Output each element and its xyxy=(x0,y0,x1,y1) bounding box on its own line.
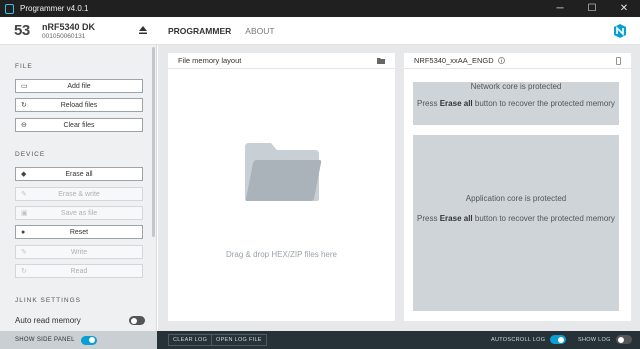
autoscroll-log-toggle[interactable] xyxy=(550,335,567,344)
save-icon: ▣ xyxy=(21,210,28,217)
log-footer: SHOW SIDE PANEL CLEAR LOG OPEN LOG FILE … xyxy=(0,331,640,349)
device-panel-title-wrap: NRF5340_xxAA_ENGD xyxy=(414,56,505,65)
maximize-button[interactable]: ☐ xyxy=(576,0,608,17)
file-memory-panel[interactable]: File memory layout Drag & drop HEX/ZIP f… xyxy=(168,53,395,321)
close-button[interactable]: ✕ xyxy=(608,0,640,17)
save-as-file-label: Save as file xyxy=(60,209,98,217)
reset-label: Reset xyxy=(69,228,89,236)
show-log-toggle[interactable] xyxy=(615,335,632,344)
erase-all-button[interactable]: ◆ Erase all xyxy=(15,167,143,181)
read-label: Read xyxy=(70,267,88,275)
device-section-title: DEVICE xyxy=(15,151,46,158)
write-label: Write xyxy=(70,248,88,256)
open-log-file-button[interactable]: OPEN LOG FILE xyxy=(211,334,267,346)
tab-about[interactable]: ABOUT xyxy=(245,26,274,36)
show-side-panel-toggle[interactable] xyxy=(80,335,97,345)
pencil-icon: ✎ xyxy=(21,249,27,256)
clear-files-button[interactable]: ⊖ Clear files xyxy=(15,118,143,132)
sidebar-scrollbar[interactable] xyxy=(152,47,155,237)
save-as-file-button[interactable]: ▣ Save as file xyxy=(15,206,143,220)
jlink-section-title: JLINK SETTINGS xyxy=(15,297,82,304)
erase-write-button[interactable]: ✎ Erase & write xyxy=(15,187,143,201)
auto-read-memory-label: Auto read memory xyxy=(15,316,81,325)
device-panel-header: NRF5340_xxAA_ENGD xyxy=(404,53,631,69)
file-panel-title: File memory layout xyxy=(178,56,242,65)
reload-files-label: Reload files xyxy=(60,101,98,109)
network-core-block: Network core is protected Press Erase al… xyxy=(413,82,619,125)
minus-circle-icon: ⊖ xyxy=(21,122,27,129)
erase-write-label: Erase & write xyxy=(58,190,100,198)
autoscroll-log-label: AUTOSCROLL LOG xyxy=(491,336,546,343)
tab-programmer[interactable]: PROGRAMMER xyxy=(168,26,231,36)
refresh-icon: ↻ xyxy=(21,268,27,275)
file-panel-header: File memory layout xyxy=(168,53,395,69)
auto-read-memory-toggle[interactable] xyxy=(129,316,145,325)
reload-icon: ↻ xyxy=(21,102,27,109)
write-button[interactable]: ✎ Write xyxy=(15,245,143,259)
large-folder-icon xyxy=(245,143,322,201)
auto-read-memory-row: Auto read memory xyxy=(15,316,145,325)
pencil-icon: ✎ xyxy=(21,191,27,198)
record-icon: ● xyxy=(21,229,26,236)
clear-log-button[interactable]: CLEAR LOG xyxy=(168,334,213,346)
folder-icon: ▭ xyxy=(21,83,28,90)
application-core-message: Press Erase all button to recover the pr… xyxy=(417,214,615,223)
add-file-label: Add file xyxy=(67,82,91,90)
folder-icon[interactable] xyxy=(377,57,385,64)
device-serial: 001050060131 xyxy=(42,33,86,40)
show-log-label: SHOW LOG xyxy=(578,336,611,343)
clear-files-label: Clear files xyxy=(63,121,95,129)
nordic-logo-icon xyxy=(614,24,626,38)
chip-icon xyxy=(616,56,621,65)
minimize-button[interactable]: ─ xyxy=(544,0,576,17)
file-section-title: FILE xyxy=(15,63,33,70)
main-content: File memory layout Drag & drop HEX/ZIP f… xyxy=(158,45,640,331)
device-name[interactable]: nRF5340 DK xyxy=(42,22,95,32)
main-nav: PROGRAMMER ABOUT xyxy=(168,26,275,36)
application-core-block: Application core is protected Press Eras… xyxy=(413,135,619,311)
drop-zone-message: Drag & drop HEX/ZIP files here xyxy=(225,250,337,259)
window-title: Programmer v4.0.1 xyxy=(20,4,89,13)
title-bar: Programmer v4.0.1 ─ ☐ ✕ xyxy=(0,0,640,17)
device-memory-panel: NRF5340_xxAA_ENGD Network core is protec… xyxy=(404,53,631,321)
side-panel: FILE ▭ Add file ↻ Reload files ⊖ Clear f… xyxy=(0,45,157,331)
network-core-message: Press Erase all button to recover the pr… xyxy=(417,99,615,108)
reset-button[interactable]: ● Reset xyxy=(15,225,143,239)
eject-icon[interactable] xyxy=(138,25,148,35)
device-panel-title: NRF5340_xxAA_ENGD xyxy=(414,56,494,65)
read-button[interactable]: ↻ Read xyxy=(15,264,143,278)
add-file-button[interactable]: ▭ Add file xyxy=(15,79,143,93)
application-core-title: Application core is protected xyxy=(465,194,567,203)
erase-all-label: Erase all xyxy=(65,170,93,178)
device-number[interactable]: 53 xyxy=(14,22,30,39)
app-icon xyxy=(5,3,14,14)
show-side-panel-label: SHOW SIDE PANEL xyxy=(15,337,75,343)
side-panel-footer: SHOW SIDE PANEL xyxy=(0,331,157,349)
info-icon[interactable] xyxy=(497,57,505,64)
window-controls: ─ ☐ ✕ xyxy=(544,0,640,17)
network-core-title: Network core is protected xyxy=(470,82,562,91)
show-log-control: SHOW LOG xyxy=(578,335,632,344)
app-header: 53 nRF5340 DK 001050060131 PROGRAMMER AB… xyxy=(0,17,640,45)
eraser-icon: ◆ xyxy=(21,171,27,178)
reload-files-button[interactable]: ↻ Reload files xyxy=(15,98,143,112)
autoscroll-log-control: AUTOSCROLL LOG xyxy=(491,335,567,344)
